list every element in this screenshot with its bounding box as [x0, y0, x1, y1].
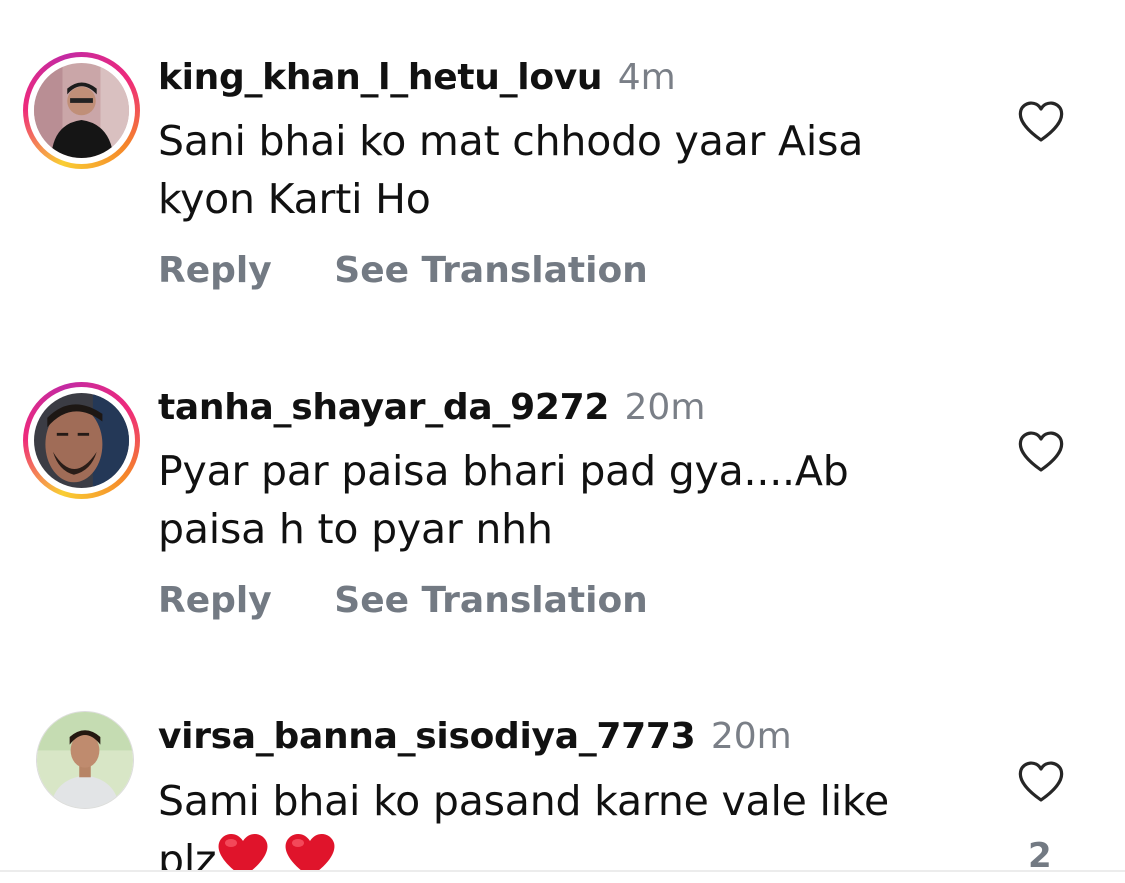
heart-outline-icon[interactable]: [1016, 98, 1066, 144]
story-ring[interactable]: [23, 382, 140, 499]
avatar[interactable]: [34, 63, 129, 158]
timestamp: 20m: [710, 716, 792, 757]
heart-outline-icon[interactable]: [1016, 428, 1066, 474]
comment-text-line: kyon Karti Ho: [158, 175, 431, 223]
comment-actions: Reply See Translation: [158, 250, 648, 291]
see-translation-button[interactable]: See Translation: [334, 250, 648, 291]
comment-text: Pyar par paisa bhari pad gya....Ab paisa…: [158, 442, 958, 558]
user-avatar-icon: [34, 393, 129, 488]
comment-header: king_khan_l_hetu_lovu 4m: [158, 57, 676, 98]
story-ring[interactable]: [23, 52, 140, 169]
comment-header: tanha_shayar_da_9272 20m: [158, 387, 705, 428]
username[interactable]: tanha_shayar_da_9272: [158, 387, 609, 428]
comment-text-line: Sami bhai ko pasand karne vale like: [158, 777, 890, 825]
heart-outline-icon[interactable]: [1016, 758, 1066, 804]
avatar[interactable]: [36, 711, 134, 809]
comment-header: virsa_banna_sisodiya_7773 20m: [158, 716, 792, 757]
see-translation-button[interactable]: See Translation: [334, 580, 648, 621]
username[interactable]: king_khan_l_hetu_lovu: [158, 57, 603, 98]
avatar-container[interactable]: [23, 711, 140, 828]
comment-text-line: Sani bhai ko mat chhodo yaar Aisa: [158, 117, 864, 165]
reply-button[interactable]: Reply: [158, 250, 272, 291]
user-avatar-icon: [37, 712, 133, 808]
username[interactable]: virsa_banna_sisodiya_7773: [158, 716, 696, 757]
comment-text-line: paisa h to pyar nhh: [158, 505, 553, 553]
comment-actions: Reply See Translation: [158, 580, 648, 621]
bottom-bar: [0, 872, 1125, 883]
reply-button[interactable]: Reply: [158, 580, 272, 621]
comment-text-line: Pyar par paisa bhari pad gya....Ab: [158, 447, 849, 495]
user-avatar-icon: [34, 63, 129, 158]
timestamp: 4m: [617, 57, 676, 98]
comment-text: Sami bhai ko pasand karne vale like plz: [158, 772, 958, 883]
comment-text: Sani bhai ko mat chhodo yaar Aisa kyon K…: [158, 112, 958, 228]
avatar[interactable]: [34, 393, 129, 488]
timestamp: 20m: [624, 387, 706, 428]
